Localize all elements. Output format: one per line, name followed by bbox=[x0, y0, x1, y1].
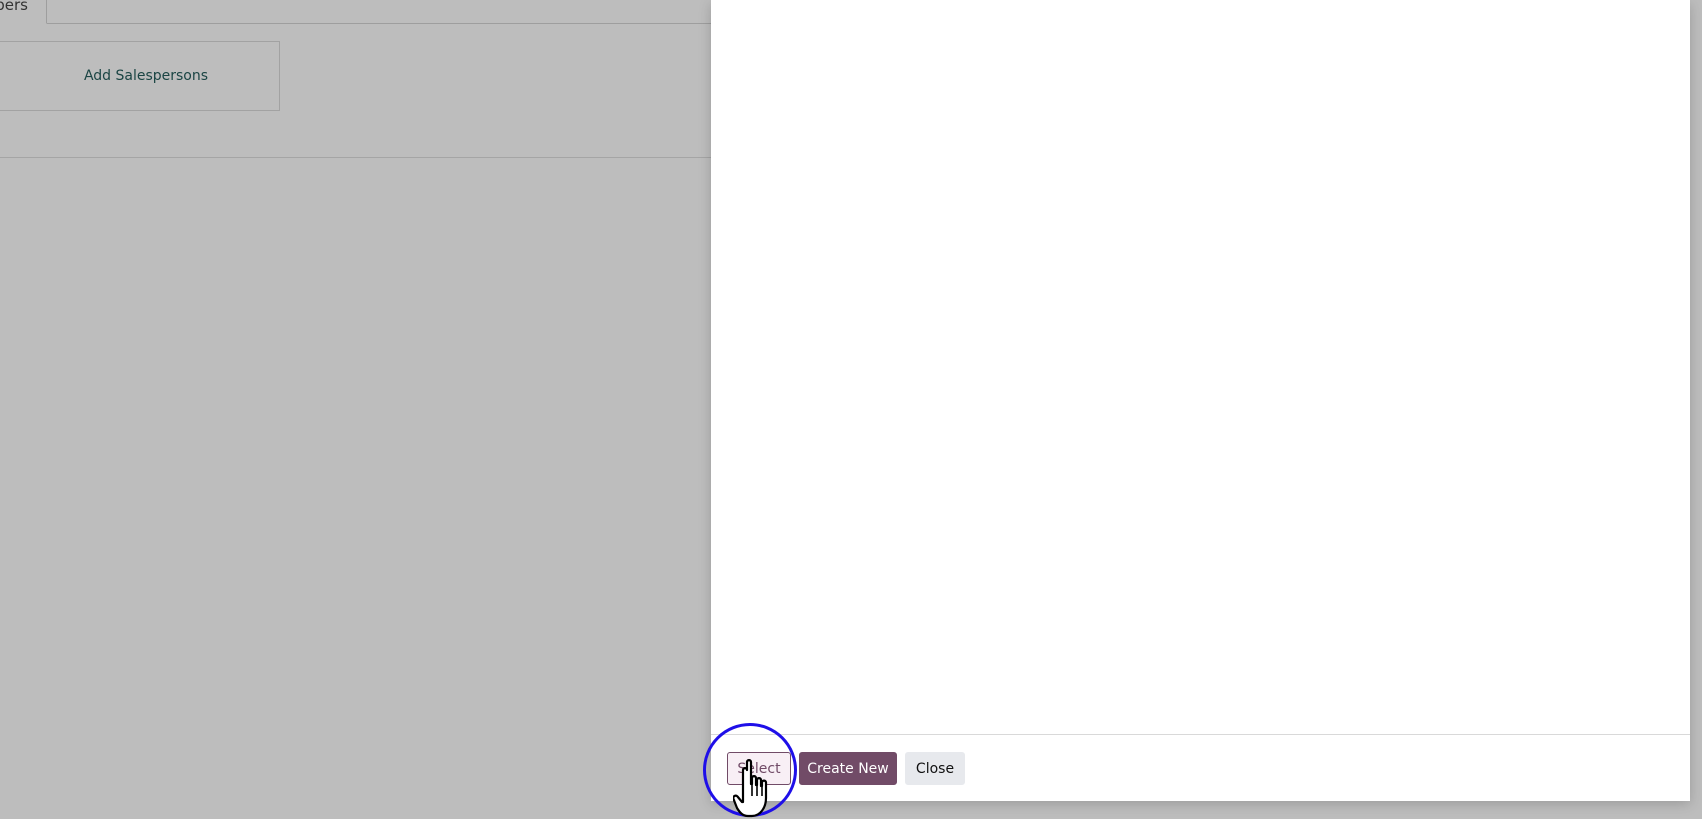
create-new-button[interactable]: Create New bbox=[799, 752, 897, 785]
select-button-label: Select bbox=[737, 760, 781, 777]
dialog-body bbox=[711, 0, 1690, 734]
create-new-button-label: Create New bbox=[807, 760, 889, 777]
select-records-dialog: Select Create New Close bbox=[711, 0, 1690, 801]
add-salespersons-label: Add Salespersons bbox=[83, 68, 209, 84]
dialog-footer: Select Create New Close bbox=[711, 734, 1690, 801]
select-button[interactable]: Select bbox=[727, 752, 791, 785]
close-button-label: Close bbox=[915, 760, 955, 777]
tab-members-label: mbers bbox=[0, 0, 28, 14]
section-divider bbox=[0, 157, 712, 158]
notebook-tabs: mbers bbox=[0, 0, 712, 24]
add-salespersons-button[interactable]: Add Salespersons bbox=[0, 41, 280, 111]
tab-members[interactable]: mbers bbox=[0, 0, 47, 24]
close-button[interactable]: Close bbox=[905, 752, 965, 785]
